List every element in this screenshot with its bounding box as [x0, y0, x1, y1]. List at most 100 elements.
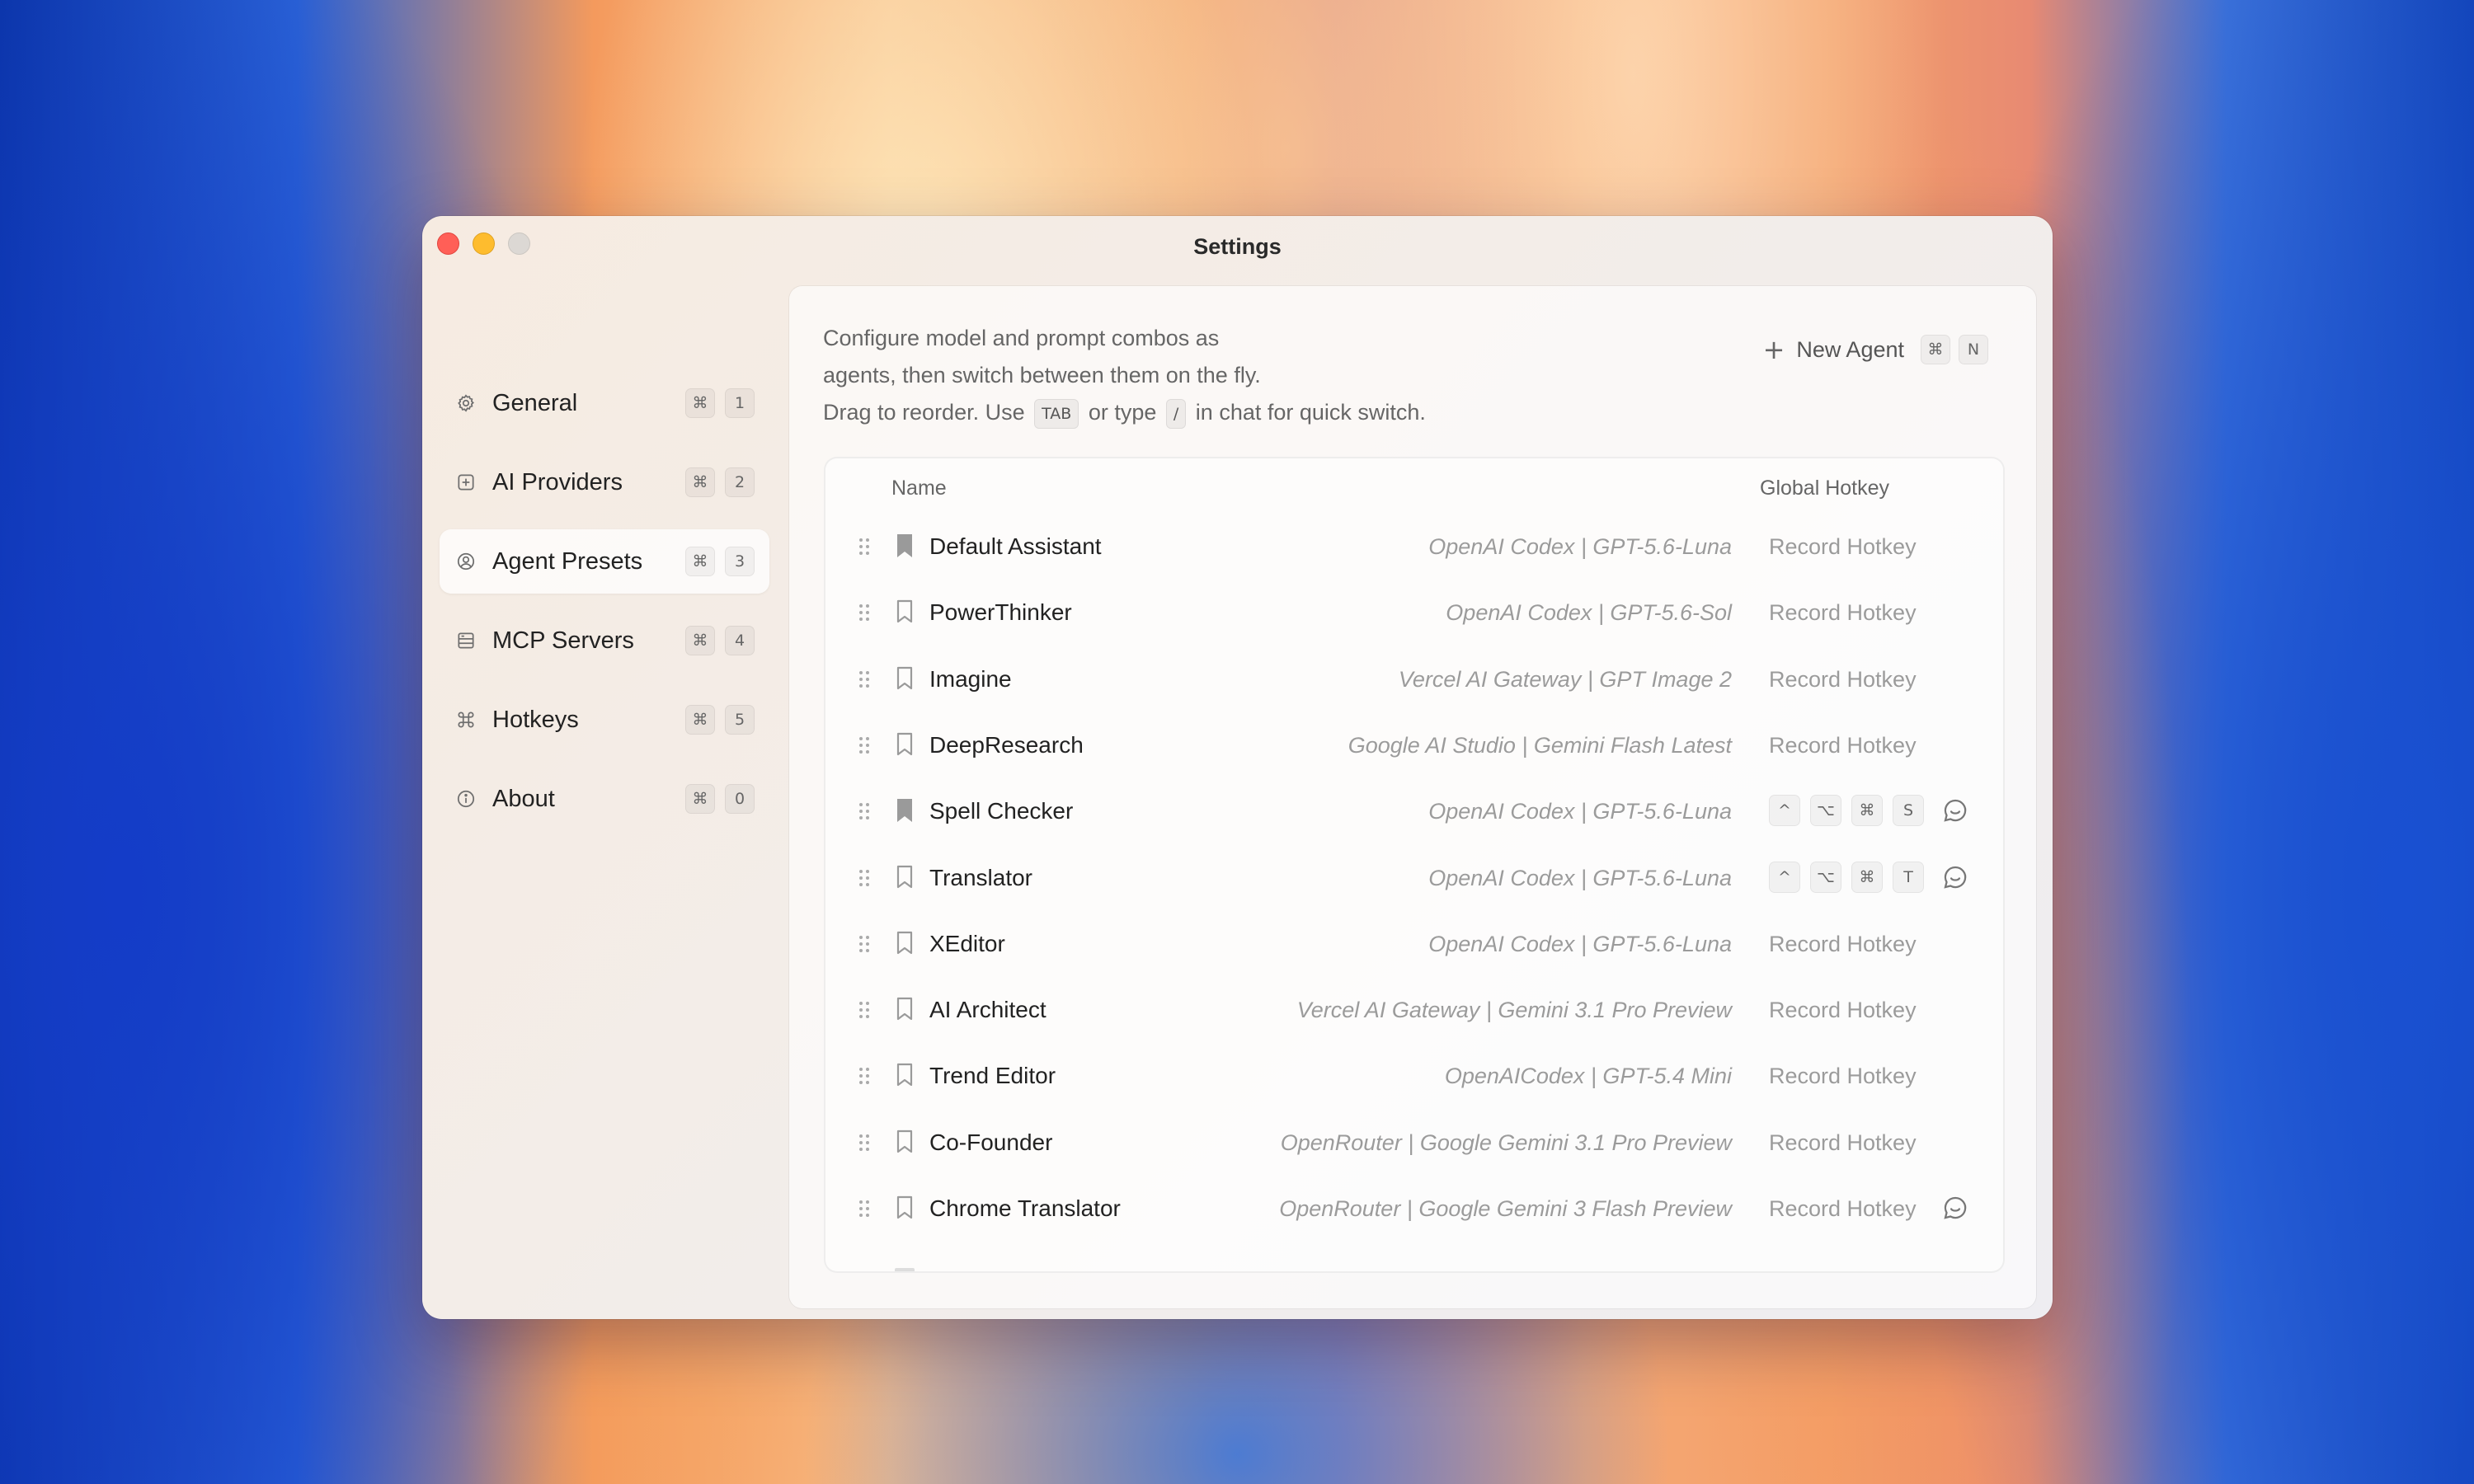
bookmark-icon[interactable] — [895, 996, 915, 1022]
server-icon — [454, 629, 477, 652]
agent-name: AI Architect — [929, 997, 1047, 1023]
command-key: ⌘ — [685, 388, 715, 418]
table-row[interactable]: PowerThinker OpenAI Codex | GPT-5.6-Sol Re… — [825, 579, 2003, 645]
record-hotkey-button[interactable]: Record Hotkey — [1769, 932, 1917, 957]
hotkey-key: T — [1893, 861, 1924, 893]
record-hotkey-button[interactable]: Record Hotkey — [1769, 534, 1917, 560]
chat-bubble-icon[interactable] — [1941, 1194, 1969, 1222]
drag-handle-icon[interactable] — [857, 868, 872, 888]
agent-name: Spell Checker — [929, 798, 1074, 824]
sidebar-item-mcp-servers[interactable]: MCP Servers ⌘ 4 — [440, 608, 769, 673]
description-text: in chat for quick switch. — [1195, 400, 1426, 425]
table-row[interactable]: Translator OpenAI Codex | GPT-5.6-Luna ^ ⌥ ⌘… — [825, 844, 2003, 910]
drag-handle-icon[interactable] — [857, 603, 872, 622]
shortcut-keys: ⌘ 3 — [685, 547, 755, 576]
sidebar-item-agent-presets[interactable]: Agent Presets ⌘ 3 — [440, 529, 769, 594]
bookmark-icon[interactable] — [895, 731, 915, 758]
hotkey-key: ^ — [1769, 861, 1800, 893]
agent-presets-panel: Configure model and prompt combos as age… — [789, 286, 2036, 1308]
bookmark-icon[interactable] — [895, 797, 915, 824]
bookmark-icon[interactable] — [895, 665, 915, 692]
table-row[interactable]: Co-Founder OpenRouter | Google Gemini 3.1… — [825, 1109, 2003, 1175]
command-key: ⌘ — [685, 705, 715, 735]
sidebar-item-about[interactable]: About ⌘ 0 — [440, 767, 769, 831]
agent-model: OpenAI Codex | GPT-5.6-Luna — [1428, 799, 1732, 824]
table-row[interactable]: XEditor OpenAI Codex | GPT-5.6-Luna Record… — [825, 910, 2003, 976]
sidebar-item-general[interactable]: General ⌘ 1 — [440, 371, 769, 435]
bookmark-icon[interactable] — [895, 1062, 915, 1088]
new-agent-label: New Agent — [1796, 336, 1904, 362]
sidebar-item-label: AI Providers — [492, 468, 623, 495]
record-hotkey-button[interactable]: Record Hotkey — [1769, 1064, 1917, 1089]
shortcut-key: 0 — [725, 784, 755, 814]
bookmark-icon[interactable] — [895, 1129, 915, 1155]
record-hotkey-button[interactable]: Record Hotkey — [1769, 600, 1917, 626]
shortcut-key: 5 — [725, 705, 755, 735]
hotkey-key: ⌥ — [1810, 795, 1841, 827]
settings-window: Settings General ⌘ 1 AI Providers ⌘ 2 Ag… — [422, 216, 2053, 1319]
agent-name: Translator — [929, 864, 1033, 890]
drag-handle-icon[interactable] — [857, 1066, 872, 1086]
column-header-name: Name — [891, 477, 947, 500]
sidebar-item-label: MCP Servers — [492, 627, 634, 654]
record-hotkey-button[interactable]: Record Hotkey — [1769, 733, 1917, 758]
description-line: Configure model and prompt combos as — [823, 326, 1220, 350]
drag-handle-icon[interactable] — [857, 1000, 872, 1020]
command-key: ⌘ — [685, 626, 715, 655]
sidebar-item-hotkeys[interactable]: Hotkeys ⌘ 5 — [440, 688, 769, 752]
hotkey-combo[interactable]: ^ ⌥ ⌘ S — [1769, 795, 1924, 827]
record-hotkey-button[interactable]: Record Hotkey — [1769, 1130, 1917, 1156]
command-key: ⌘ — [1921, 335, 1950, 364]
drag-handle-icon[interactable] — [857, 1199, 872, 1219]
slash-key: / — [1165, 398, 1187, 429]
shortcut-key: 1 — [725, 388, 755, 418]
command-key: ⌘ — [685, 784, 715, 814]
bookmark-icon[interactable] — [895, 1195, 915, 1221]
drag-handle-icon[interactable] — [857, 669, 872, 689]
record-hotkey-button[interactable]: Record Hotkey — [1769, 667, 1917, 693]
agent-name: Imagine — [929, 665, 1012, 692]
table-row[interactable]: AI Architect Vercel AI Gateway | Gemini 3… — [825, 976, 2003, 1042]
new-agent-button[interactable]: + New Agent ⌘ N — [1763, 334, 1988, 365]
agent-name: Co-Founder — [929, 1129, 1053, 1155]
drag-handle-icon[interactable] — [857, 1133, 872, 1153]
bookmark-icon[interactable] — [895, 533, 915, 559]
tab-key: TAB — [1034, 398, 1079, 429]
bookmark-icon[interactable] — [895, 930, 915, 956]
chat-bubble-icon[interactable] — [1941, 796, 1969, 824]
record-hotkey-button[interactable]: Record Hotkey — [1769, 1196, 1917, 1222]
table-row[interactable]: Spell Checker OpenAI Codex | GPT-5.6-Luna… — [825, 777, 2003, 843]
hotkey-key: S — [1893, 795, 1924, 827]
agent-model: OpenRouter | Google Gemini 3.1 Pro Previ… — [1280, 1129, 1732, 1155]
sidebar-item-label: Agent Presets — [492, 547, 643, 575]
drag-handle-icon[interactable] — [857, 537, 872, 556]
agent-model: Vercel AI Gateway | GPT Image 2 — [1398, 666, 1732, 692]
hotkey-key: ⌥ — [1810, 861, 1841, 893]
agent-model: Google AI Studio | Gemini Flash Latest — [1348, 732, 1732, 758]
shortcut-keys: ⌘ 1 — [685, 388, 755, 418]
agent-model: OpenAICodex | GPT-5.4 Mini — [1444, 1064, 1732, 1089]
shortcut-key: 2 — [725, 467, 755, 497]
hotkey-key: ^ — [1769, 795, 1800, 827]
drag-handle-icon[interactable] — [857, 934, 872, 954]
command-key: ⌘ — [685, 547, 715, 576]
table-row[interactable]: Trend Editor OpenAICodex | GPT-5.4 Mini Re… — [825, 1042, 2003, 1108]
sidebar-item-ai-providers[interactable]: AI Providers ⌘ 2 — [440, 450, 769, 514]
table-row[interactable]: DeepResearch Google AI Studio | Gemini Fl… — [825, 711, 2003, 777]
agent-table: Name Global Hotkey Default Assistant Open… — [824, 457, 2005, 1273]
bookmark-icon[interactable] — [895, 599, 915, 625]
table-row[interactable]: Imagine Vercel AI Gateway | GPT Image 2 Re… — [825, 646, 2003, 711]
hotkey-combo[interactable]: ^ ⌥ ⌘ T — [1769, 861, 1924, 893]
bookmark-icon[interactable] — [895, 864, 915, 890]
drag-handle-icon[interactable] — [857, 801, 872, 821]
table-row[interactable]: Chrome Translator OpenRouter | Google Gem… — [825, 1175, 2003, 1241]
drag-handle-icon[interactable] — [857, 735, 872, 755]
shortcut-key: 3 — [725, 547, 755, 576]
command-key: ⌘ — [685, 467, 715, 497]
description-line: agents, then switch between them on the … — [823, 363, 1261, 387]
table-row[interactable]: Default Assistant OpenAI Codex | GPT-5.6-… — [825, 513, 2003, 579]
agent-name: PowerThinker — [929, 599, 1072, 626]
sidebar-item-label: About — [492, 785, 555, 812]
record-hotkey-button[interactable]: Record Hotkey — [1769, 998, 1917, 1023]
chat-bubble-icon[interactable] — [1941, 863, 1969, 891]
